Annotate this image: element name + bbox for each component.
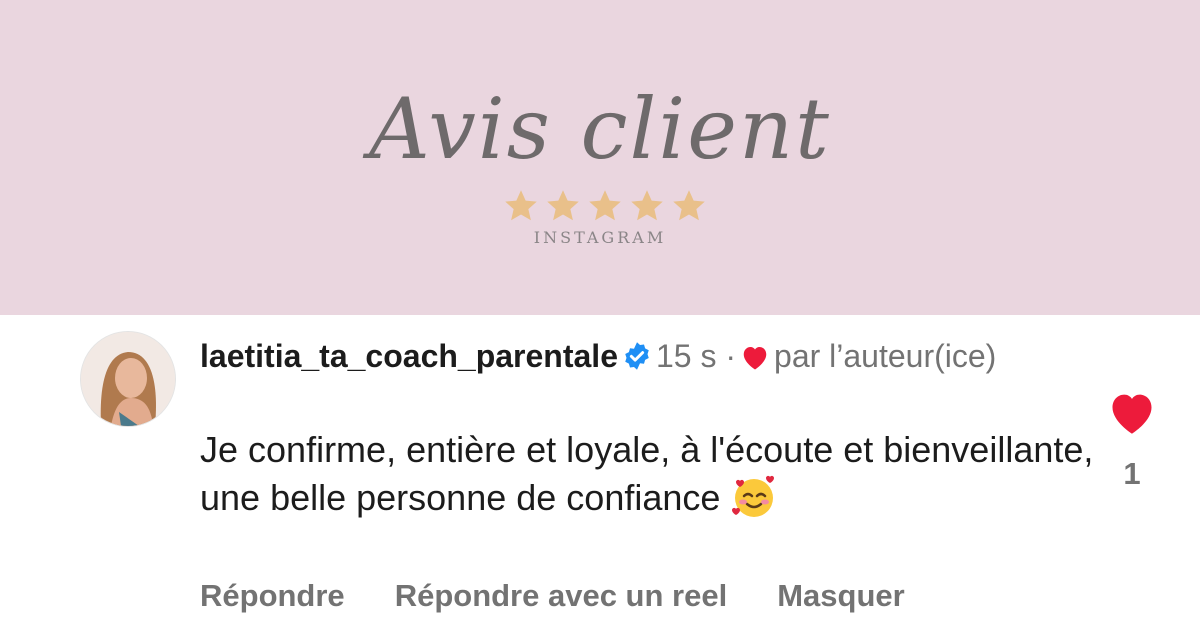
comment-actions: Répondre Répondre avec un reel Masquer bbox=[200, 578, 905, 614]
comment-meta: laetitia_ta_coach_parentale 15 s · par l’a… bbox=[200, 336, 1080, 377]
star-icon bbox=[673, 190, 705, 221]
star-icon bbox=[547, 190, 579, 221]
heart-icon bbox=[740, 340, 770, 370]
star-icon bbox=[589, 190, 621, 221]
comment-body: Je confirme, entière et loyale, à l'écou… bbox=[200, 428, 1100, 520]
banner-title: Avis client bbox=[369, 80, 831, 178]
username-link[interactable]: laetitia_ta_coach_parentale bbox=[200, 338, 618, 374]
like-heart-icon[interactable] bbox=[1106, 388, 1158, 436]
banner-subtitle: INSTAGRAM bbox=[533, 228, 667, 247]
liked-by-author: par l’auteur(ice) bbox=[774, 338, 997, 374]
like-count: 1 bbox=[1123, 456, 1141, 491]
reply-button[interactable]: Répondre bbox=[200, 578, 345, 614]
meta-separator: · bbox=[725, 338, 737, 374]
comment-text: Je confirme, entière et loyale, à l'écou… bbox=[200, 429, 1094, 518]
reply-with-reel-button[interactable]: Répondre avec un reel bbox=[395, 578, 728, 614]
smiling-face-with-hearts-icon bbox=[730, 472, 778, 520]
star-icon bbox=[505, 190, 537, 221]
avatar[interactable] bbox=[80, 331, 176, 427]
header-banner: Avis client INSTAGRAM bbox=[0, 0, 1200, 315]
rating-stars bbox=[500, 188, 710, 224]
verified-badge-icon bbox=[622, 340, 652, 370]
comment-time: 15 s bbox=[655, 338, 717, 374]
hide-button[interactable]: Masquer bbox=[777, 578, 904, 614]
star-icon bbox=[631, 190, 663, 221]
profile-photo-icon bbox=[81, 332, 175, 426]
